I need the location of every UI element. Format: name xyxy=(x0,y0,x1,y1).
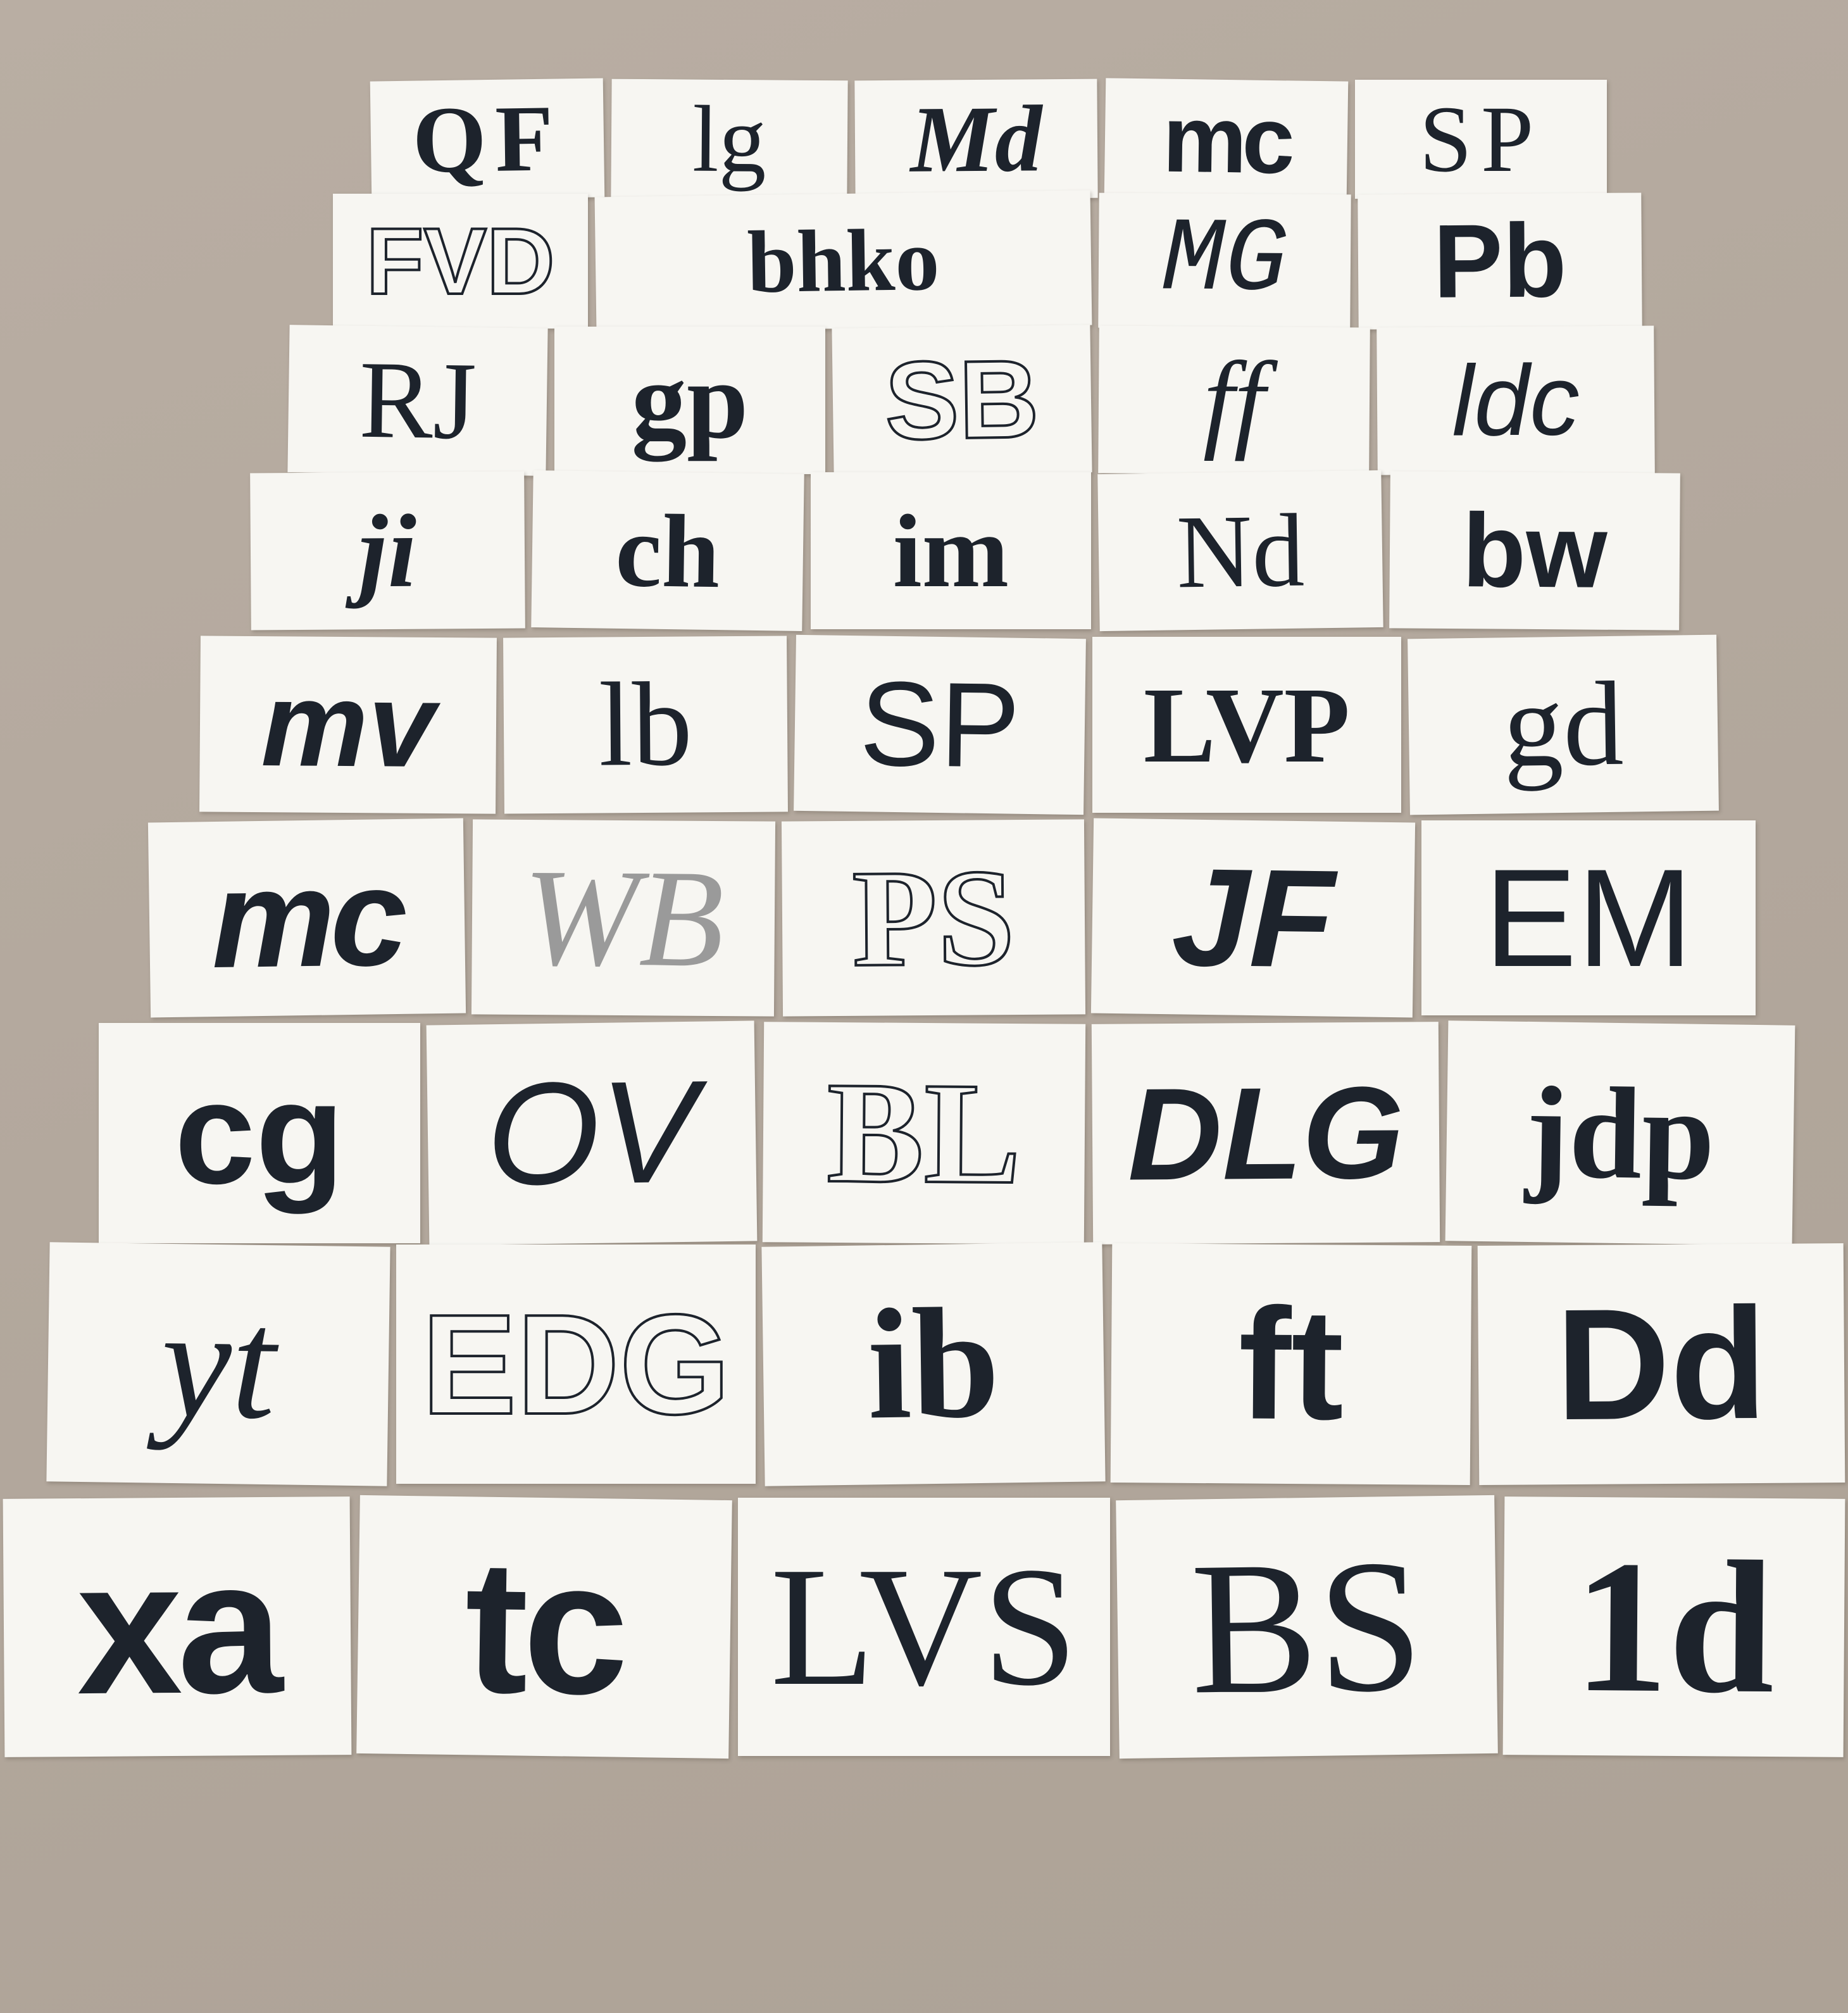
sheet-letters: PS xyxy=(851,839,1016,997)
sheet-letters: ff xyxy=(1202,338,1266,462)
letter-sheet: OV xyxy=(426,1020,758,1246)
sheet-letters: bhko xyxy=(746,210,940,311)
sheet-letters: gp xyxy=(631,339,749,461)
sheet-letters: JF xyxy=(1170,839,1336,997)
letter-sheet: EDG xyxy=(396,1245,756,1484)
sheet-letters: ldc xyxy=(1451,344,1580,457)
letter-sheet: Pb xyxy=(1358,192,1642,330)
sheet-letters: WB xyxy=(522,839,725,996)
sheet-letters: EDG xyxy=(420,1284,732,1444)
sheet-letters: cg xyxy=(174,1051,345,1214)
letter-sheet: RJ xyxy=(287,325,548,476)
letter-sheet: Nd xyxy=(1097,470,1383,632)
letter-sheet: FVD xyxy=(333,194,588,329)
sheet-letters: RJ xyxy=(358,337,477,463)
letter-sheet: SP xyxy=(794,634,1086,815)
letter-sheet: yt xyxy=(46,1242,390,1486)
sheet-letters: gd xyxy=(1502,657,1625,793)
sheet-letters: 1d xyxy=(1573,1521,1775,1733)
letter-sheet: BL xyxy=(762,1022,1086,1245)
letter-sheet: EM xyxy=(1421,820,1756,1015)
sheet-letters: yt xyxy=(159,1275,277,1453)
sheet-letters: Pb xyxy=(1432,202,1568,320)
letter-sheet: bhko xyxy=(594,190,1092,332)
sheet-letters: Nd xyxy=(1175,492,1306,610)
sheet-letters: mv xyxy=(260,657,436,793)
letter-sheet: QF xyxy=(370,78,605,201)
sheet-letters: SB xyxy=(883,336,1041,464)
sheet-letters: ib xyxy=(866,1275,1001,1453)
letter-sheet: bw xyxy=(1389,471,1680,630)
letter-sheet: PS xyxy=(781,819,1086,1017)
letter-sheet: mv xyxy=(199,636,497,814)
sheet-letters: jdp xyxy=(1524,1059,1716,1207)
letter-sheet: gp xyxy=(554,327,825,474)
sheet-letters: lg xyxy=(692,86,767,192)
letter-sheet: xa xyxy=(3,1496,352,1757)
letter-sheet: ff xyxy=(1098,325,1370,475)
letter-sheet: Dd xyxy=(1477,1243,1845,1486)
sheet-letters: BS xyxy=(1189,1520,1425,1734)
letter-sheet: Md xyxy=(854,78,1098,200)
letter-sheet: DLG xyxy=(1091,1022,1440,1245)
sheet-letters: bw xyxy=(1461,491,1608,610)
sheet-letters: lb xyxy=(598,658,693,792)
sheet-letters: im xyxy=(892,492,1009,609)
letter-sheet: ib xyxy=(761,1242,1106,1486)
letter-sheet: ldc xyxy=(1377,325,1655,475)
sheet-letters: MG xyxy=(1161,201,1288,321)
letter-sheet: im xyxy=(811,472,1091,629)
sheet-letters: BL xyxy=(825,1050,1023,1215)
sheet-letters: LVS xyxy=(770,1532,1078,1721)
lettering-sheet-grid: QF lg Md mc SP FVD bhko MG Pb RJ gp SB ff ldc ji ch im Nd… xyxy=(0,0,1848,2013)
letter-sheet: lb xyxy=(503,636,788,814)
sheet-letters: OV xyxy=(485,1050,698,1216)
letter-sheet: 1d xyxy=(1502,1496,1845,1757)
letter-sheet: LVS xyxy=(738,1498,1110,1756)
letter-sheet: ft xyxy=(1110,1243,1472,1485)
letter-sheet: MG xyxy=(1098,192,1351,330)
letter-sheet: SB xyxy=(832,325,1092,476)
sheet-letters: Dd xyxy=(1555,1274,1768,1453)
sheet-letters: tc xyxy=(463,1519,625,1734)
sheet-letters: DLG xyxy=(1127,1058,1405,1208)
letter-sheet: WB xyxy=(471,819,776,1017)
letter-sheet: ch xyxy=(531,470,804,631)
letter-sheet: mc xyxy=(147,818,466,1018)
sheet-letters: SP xyxy=(1419,87,1543,192)
sheet-letters: ji xyxy=(358,492,417,609)
sheet-letters: EM xyxy=(1484,840,1693,996)
letter-sheet: JF xyxy=(1090,818,1416,1018)
letter-sheet: mc xyxy=(1104,78,1349,201)
sheet-letters: mc xyxy=(1161,85,1291,194)
letter-sheet: jdp xyxy=(1445,1020,1795,1246)
sheet-letters: QF xyxy=(411,85,563,193)
letter-sheet: lg xyxy=(611,78,848,200)
sheet-letters: ch xyxy=(615,492,721,610)
sheet-letters: SP xyxy=(858,656,1021,793)
letter-sheet: gd xyxy=(1408,634,1719,815)
letter-sheet: SP xyxy=(1355,80,1607,199)
sheet-letters: Md xyxy=(909,86,1043,192)
letter-sheet: LVP xyxy=(1092,637,1401,813)
letter-sheet: cg xyxy=(99,1023,420,1243)
sheet-letters: FVD xyxy=(365,208,556,314)
sheet-letters: mc xyxy=(210,838,404,998)
letter-sheet: ji xyxy=(250,471,525,630)
sheet-letters: xa xyxy=(75,1519,279,1734)
sheet-letters: LVP xyxy=(1143,665,1351,785)
sheet-letters: ft xyxy=(1237,1275,1345,1453)
letter-sheet: tc xyxy=(356,1495,732,1759)
letter-sheet: BS xyxy=(1116,1495,1498,1759)
